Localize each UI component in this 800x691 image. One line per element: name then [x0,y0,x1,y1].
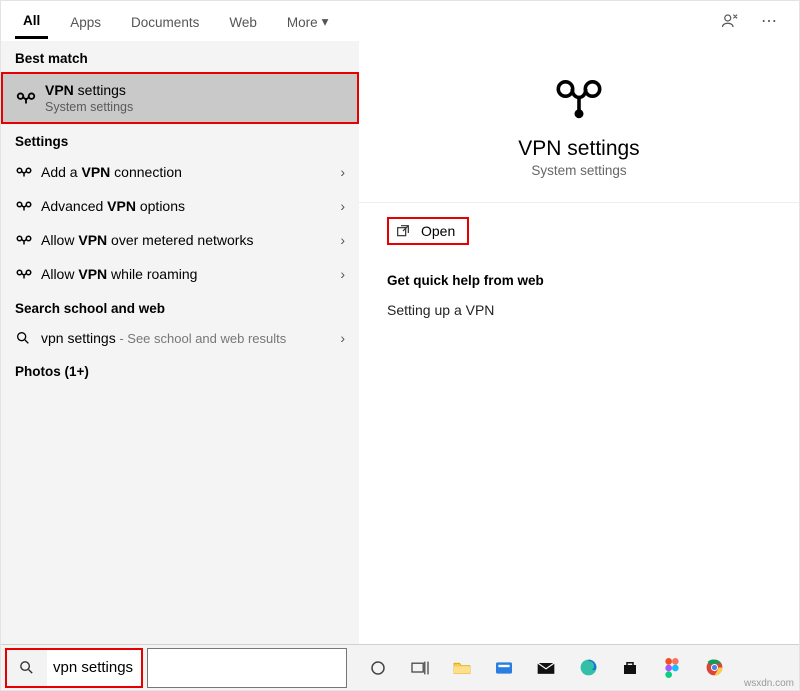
chevron-right-icon: › [340,198,345,214]
task-view-icon[interactable] [409,657,431,679]
store-icon[interactable] [619,657,641,679]
quickhelp-item[interactable]: Setting up a VPN [387,302,771,318]
chevron-right-icon: › [340,266,345,282]
settings-item-vpn-roaming[interactable]: Allow VPN while roaming › [1,257,359,291]
search-icon [5,659,47,676]
filter-tab-apps[interactable]: Apps [62,5,109,38]
detail-title: VPN settings [518,137,639,161]
vpn-icon [15,231,41,249]
vpn-icon [15,197,41,215]
file-explorer-icon[interactable] [451,657,473,679]
open-button[interactable]: Open [387,217,469,245]
filter-tab-more[interactable]: More ▾ [279,4,337,38]
result-label: vpn settings - See school and web result… [41,330,340,346]
open-icon [395,223,411,239]
taskbar-search[interactable] [5,648,143,688]
vpn-icon [15,265,41,283]
mail-icon[interactable] [535,657,557,679]
best-match-text: VPN settings System settings [45,82,345,114]
feedback-icon[interactable] [721,12,753,30]
vpn-icon [15,87,45,109]
section-photos[interactable]: Photos (1+) [1,354,359,385]
web-search-result[interactable]: vpn settings - See school and web result… [1,322,359,354]
filter-tab-web[interactable]: Web [221,5,265,38]
best-match-result[interactable]: VPN settings System settings [1,72,359,124]
result-label: Allow VPN while roaming [41,266,340,282]
filter-tab-documents[interactable]: Documents [123,5,207,38]
quickhelp-heading: Get quick help from web [387,273,771,288]
figma-icon[interactable] [661,657,683,679]
vpn-hero-icon [552,71,606,125]
chrome-icon[interactable] [703,657,725,679]
result-label: Allow VPN over metered networks [41,232,340,248]
results-panel: Best match VPN settings System settings … [1,41,359,644]
section-school-web: Search school and web [1,291,359,322]
detail-subtitle: System settings [531,163,626,178]
taskbar-search-extent[interactable] [147,648,347,688]
app-icon-blue[interactable] [493,657,515,679]
taskbar [1,644,799,690]
search-input[interactable] [47,649,143,687]
chevron-right-icon: › [340,164,345,180]
section-best-match: Best match [1,41,359,72]
vpn-icon [15,163,41,181]
chevron-right-icon: › [340,232,345,248]
detail-panel: VPN settings System settings Open Get qu… [359,41,799,644]
filter-tab-all[interactable]: All [15,3,48,39]
watermark: wsxdn.com [744,678,794,689]
settings-item-vpn-metered[interactable]: Allow VPN over metered networks › [1,223,359,257]
result-label: Add a VPN connection [41,164,340,180]
section-settings: Settings [1,124,359,155]
settings-item-advanced-vpn[interactable]: Advanced VPN options › [1,189,359,223]
filter-tab-more-label: More [287,15,318,30]
cortana-icon[interactable] [367,657,389,679]
edge-icon[interactable] [577,657,599,679]
chevron-down-icon: ▾ [322,14,329,30]
chevron-right-icon: › [340,330,345,346]
open-label: Open [421,223,455,239]
result-label: Advanced VPN options [41,198,340,214]
more-options-icon[interactable]: ⋯ [753,11,785,31]
settings-item-add-vpn[interactable]: Add a VPN connection › [1,155,359,189]
search-icon [15,330,41,346]
